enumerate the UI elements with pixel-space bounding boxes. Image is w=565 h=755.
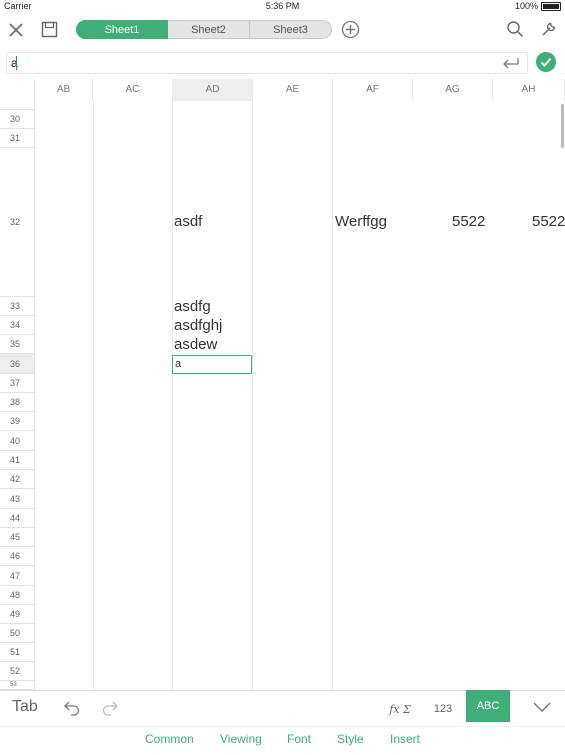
sheet-tabs: Sheet1 Sheet2 Sheet3 xyxy=(76,20,332,39)
undo-icon[interactable] xyxy=(62,697,82,717)
column-header-af[interactable]: AF xyxy=(333,79,413,101)
cell-ad35[interactable]: asdew xyxy=(174,336,217,353)
grid-line xyxy=(332,101,333,691)
column-header-ah[interactable]: AH xyxy=(493,79,565,101)
row-header[interactable]: 34 xyxy=(0,316,35,335)
row-header[interactable]: 48 xyxy=(0,586,35,605)
cell-ag32[interactable]: 5522 xyxy=(452,213,485,230)
row-header[interactable]: 30 xyxy=(0,110,35,129)
row-header[interactable]: 51 xyxy=(0,643,35,662)
row-header[interactable]: 49 xyxy=(0,605,35,624)
category-viewing[interactable]: Viewing xyxy=(220,732,262,746)
vertical-scrollbar[interactable] xyxy=(561,104,564,148)
column-header-ac[interactable]: AC xyxy=(93,79,173,101)
cell-ad32[interactable]: asdf xyxy=(174,213,202,230)
category-bar xyxy=(0,726,565,755)
cell-af32[interactable]: Werffgg xyxy=(335,213,387,230)
tab-key[interactable]: Tab xyxy=(12,698,38,716)
tab-sheet2[interactable]: Sheet2 xyxy=(168,20,250,39)
row-header[interactable]: 36 xyxy=(0,354,35,374)
grid-line xyxy=(93,101,94,691)
row-header[interactable]: 50 xyxy=(0,624,35,643)
corner-cell[interactable] xyxy=(0,79,35,101)
column-header-ab[interactable]: AB xyxy=(35,79,93,101)
battery-indicator: 100% xyxy=(515,1,561,11)
row-header[interactable]: 46 xyxy=(0,547,35,566)
row-header[interactable]: 42 xyxy=(0,470,35,489)
return-icon[interactable] xyxy=(501,55,521,71)
battery-percent: 100% xyxy=(514,1,538,11)
cell-ad34[interactable]: asdfghj xyxy=(174,317,222,334)
row-header[interactable]: 40 xyxy=(0,431,35,451)
category-common[interactable]: Common xyxy=(145,732,194,746)
text-key[interactable]: ABC xyxy=(466,690,510,722)
column-header-ae[interactable]: AE xyxy=(253,79,333,101)
row-header[interactable]: 52 xyxy=(0,662,35,681)
function-key[interactable]: fx Σ xyxy=(383,696,417,722)
row-header-partial xyxy=(0,101,35,110)
row-header[interactable]: 43 xyxy=(0,489,35,509)
chevron-down-icon[interactable] xyxy=(532,698,552,716)
row-header[interactable]: 33 xyxy=(0,297,35,316)
row-header[interactable]: 47 xyxy=(0,566,35,586)
row-header[interactable]: 39 xyxy=(0,412,35,431)
tab-sheet1[interactable]: Sheet1 xyxy=(76,20,168,39)
cell-ah32[interactable]: 5522 xyxy=(532,213,565,230)
redo-icon[interactable] xyxy=(100,697,120,717)
category-style[interactable]: Style xyxy=(337,732,364,746)
grid-line xyxy=(172,101,173,691)
status-bar: Carrier 5:36 PM 100% xyxy=(0,0,565,12)
cell-ad33[interactable]: asdfg xyxy=(174,298,211,315)
number-key[interactable]: 123 xyxy=(427,696,459,722)
row-header[interactable]: 45 xyxy=(0,528,35,547)
plus-circle-icon[interactable] xyxy=(341,20,360,39)
battery-icon xyxy=(541,1,561,11)
row-header[interactable]: 44 xyxy=(0,509,35,528)
cell-ad36-selected[interactable]: a xyxy=(172,355,252,374)
clock: 5:36 PM xyxy=(265,1,300,11)
row-header[interactable]: 37 xyxy=(0,374,35,393)
category-insert[interactable]: Insert xyxy=(390,732,420,746)
checkmark-icon[interactable] xyxy=(536,52,556,72)
text-cursor xyxy=(16,56,17,70)
tab-sheet3[interactable]: Sheet3 xyxy=(250,20,332,39)
row-header[interactable]: 31 xyxy=(0,129,35,148)
wrench-icon[interactable] xyxy=(540,20,558,38)
row-header[interactable]: 38 xyxy=(0,393,35,412)
close-icon[interactable] xyxy=(6,20,26,40)
save-icon[interactable] xyxy=(40,20,58,38)
formula-input[interactable]: a xyxy=(6,52,528,74)
row-header[interactable]: 35 xyxy=(0,335,35,354)
column-header-ag[interactable]: AG xyxy=(413,79,493,101)
grid-line xyxy=(252,101,253,691)
row-header[interactable]: 41 xyxy=(0,451,35,470)
column-header-ad[interactable]: AD xyxy=(173,79,253,101)
search-icon[interactable] xyxy=(506,20,524,38)
row-header[interactable]: 53 xyxy=(0,681,35,690)
row-header[interactable]: 32 xyxy=(0,148,35,297)
category-font[interactable]: Font xyxy=(287,732,311,746)
